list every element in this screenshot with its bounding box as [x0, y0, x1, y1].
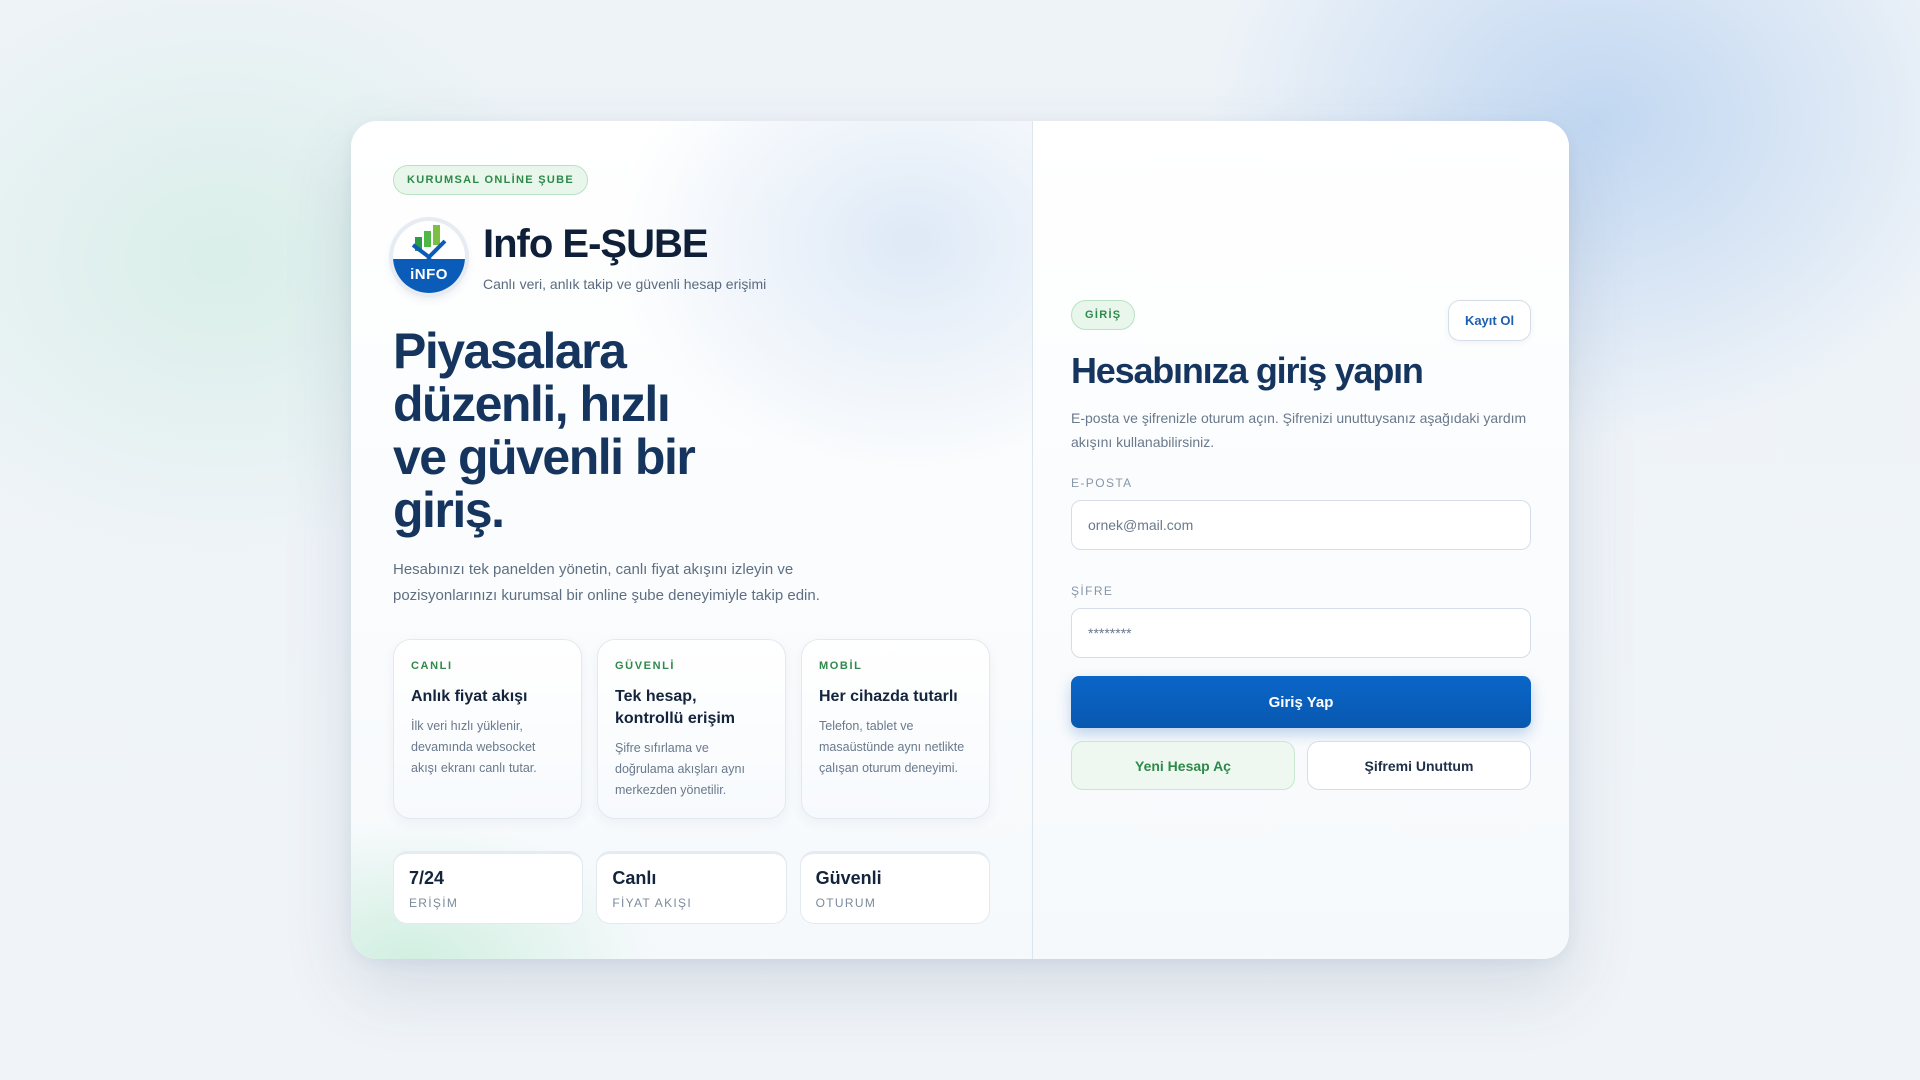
- hero-line: düzenli, hızlı: [393, 376, 671, 432]
- logo-text: iNFO: [410, 266, 448, 283]
- login-card: KURUMSAL ONLİNE ŞUBE iNFO Info E-ŞUBE Ca…: [351, 121, 1569, 959]
- email-field[interactable]: ornek@mail.com: [1071, 500, 1531, 550]
- email-label: E-POSTA: [1071, 476, 1133, 490]
- form-title: Hesabınıza giriş yapın: [1071, 350, 1424, 391]
- stat-card-access: 7/24 ERİŞİM: [393, 851, 584, 924]
- brand-subtitle: Canlı veri, anlık takip ve güvenli hesap…: [483, 276, 767, 292]
- email-placeholder: ornek@mail.com: [1088, 517, 1194, 533]
- feature-card-mobile: MOBİL Her cihazda tutarlı Telefon, table…: [801, 639, 990, 819]
- stat-label: FİYAT AKIŞI: [612, 896, 692, 910]
- feature-description: Şifre sıfırlama ve doğrulama akışları ay…: [615, 741, 745, 797]
- lead-text: Hesabınızı tek panelden yönetin, canlı f…: [393, 561, 820, 604]
- secondary-actions: Yeni Hesap Aç Şifremi Unuttum: [1071, 741, 1531, 790]
- login-form: GİRİŞ Kayıt Ol Hesabınıza giriş yapın E-…: [1071, 300, 1531, 790]
- new-account-button[interactable]: Yeni Hesap Aç: [1071, 741, 1295, 790]
- password-field[interactable]: ********: [1071, 608, 1531, 658]
- hero-line: giriş.: [393, 482, 505, 538]
- stat-value: 7/24: [409, 868, 445, 888]
- stat-value: Canlı: [612, 868, 657, 888]
- feature-cards: CANLI Anlık fiyat akışı İlk veri hızlı y…: [393, 639, 990, 819]
- login-badge: GİRİŞ: [1071, 300, 1136, 330]
- password-label: ŞİFRE: [1071, 584, 1114, 598]
- stat-card-price-feed: Canlı FİYAT AKIŞI: [596, 851, 787, 924]
- hero-line: Piyasalara: [393, 323, 627, 379]
- feature-description: İlk veri hızlı yüklenir, devamında webso…: [411, 719, 537, 775]
- online-branch-badge: KURUMSAL ONLİNE ŞUBE: [393, 165, 588, 195]
- stat-label: ERİŞİM: [409, 896, 459, 910]
- feature-title: Tek hesap, kontrollü erişim: [615, 688, 736, 727]
- feature-title: Anlık fiyat akışı: [411, 688, 528, 705]
- feature-card-secure: GÜVENLİ Tek hesap, kontrollü erişim Şifr…: [597, 639, 786, 819]
- stat-cards: 7/24 ERİŞİM Canlı FİYAT AKIŞI Güvenli OT…: [393, 851, 990, 924]
- stat-value: Güvenli: [815, 868, 882, 888]
- feature-tag: GÜVENLİ: [615, 660, 676, 672]
- feature-title: Her cihazda tutarlı: [819, 688, 958, 705]
- brand-title: Info E-ŞUBE: [483, 222, 709, 266]
- hero-heading: Piyasalara düzenli, hızlı ve güvenli bir…: [393, 325, 753, 537]
- stat-label: OTURUM: [815, 896, 877, 910]
- intro-panel: KURUMSAL ONLİNE ŞUBE iNFO Info E-ŞUBE Ca…: [351, 121, 1032, 959]
- feature-card-live: CANLI Anlık fiyat akışı İlk veri hızlı y…: [393, 639, 582, 819]
- password-placeholder: ********: [1088, 625, 1132, 641]
- login-panel: GİRİŞ Kayıt Ol Hesabınıza giriş yapın E-…: [1032, 121, 1569, 959]
- signup-button[interactable]: Kayıt Ol: [1448, 300, 1531, 341]
- login-button[interactable]: Giriş Yap: [1071, 676, 1531, 728]
- feature-description: Telefon, tablet ve masaüstünde aynı netl…: [819, 719, 965, 775]
- forgot-password-button[interactable]: Şifremi Unuttum: [1307, 741, 1531, 790]
- info-logo: iNFO: [393, 221, 465, 293]
- form-description: E-posta ve şifrenizle oturum açın. Şifre…: [1071, 410, 1527, 450]
- feature-tag: MOBİL: [819, 660, 863, 672]
- feature-tag: CANLI: [411, 660, 453, 672]
- hero-line: ve güvenli bir: [393, 429, 696, 485]
- brand-header: iNFO Info E-ŞUBE Canlı veri, anlık takip…: [393, 221, 990, 293]
- stat-card-session: Güvenli OTURUM: [799, 851, 990, 924]
